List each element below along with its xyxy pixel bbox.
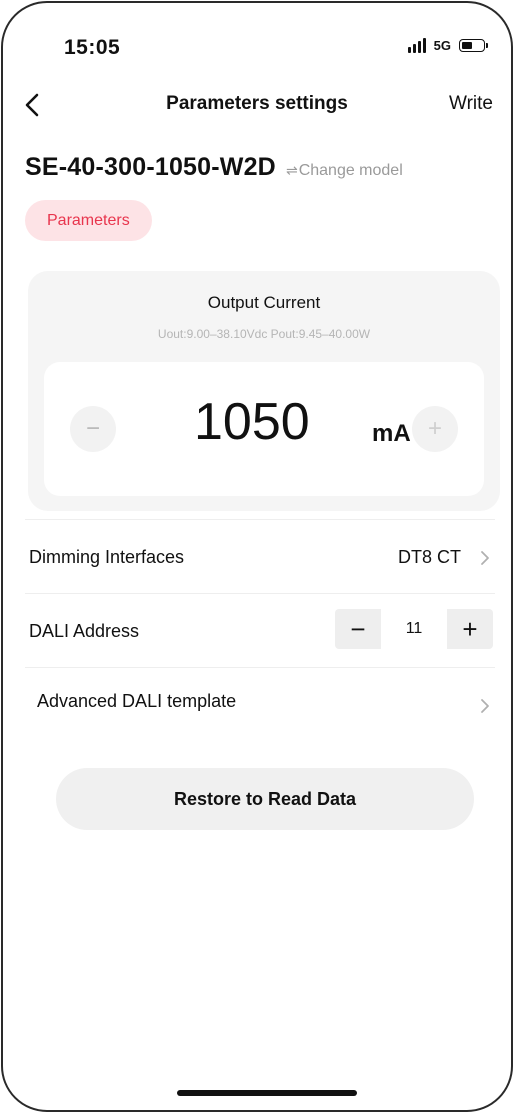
battery-icon [459,38,488,52]
phone-frame: 15:05 5G Parameters settings Write SE-40… [1,1,513,1112]
dali-address-value[interactable]: 11 [381,620,447,638]
dali-address-increase-button[interactable]: + [447,609,493,649]
decrease-current-button[interactable]: − [70,406,116,452]
tab-parameters[interactable]: Parameters [25,200,152,241]
dali-address-stepper: − 11 + [335,609,493,649]
swap-icon: ⇌ [285,162,298,178]
dimming-interfaces-value: DT8 CT [398,547,461,567]
divider [25,593,495,594]
battery-fill [462,41,472,49]
output-current-range: Uout:9.00–38.10Vdc Pout:9.45–40.00W [157,327,371,341]
advanced-dali-template-label: Advanced DALI template [37,691,237,711]
status-bar: 15:05 5G [3,3,511,83]
output-current-unit: mA [372,420,411,447]
dali-address-row: DALI Address − 11 + [3,595,511,667]
home-indicator[interactable] [177,1090,357,1096]
status-indicators: 5G [407,37,488,53]
output-current-title: Output Current [207,293,321,312]
write-button[interactable]: Write [449,93,493,115]
model-name: SE-40-300-1050-W2D [25,153,276,181]
advanced-dali-template-row[interactable]: Advanced DALI template [3,667,511,739]
increase-current-button[interactable]: + [412,406,458,452]
nav-bar: Parameters settings Write [3,81,511,129]
dali-address-decrease-button[interactable]: − [335,609,381,649]
chevron-right-icon [479,697,491,715]
output-current-value[interactable]: 1050 [194,392,310,452]
status-time: 15:05 [64,36,121,59]
page-title: Parameters settings [166,93,348,114]
change-model-label: Change model [298,162,403,179]
output-current-card: Output Current Uout:9.00–38.10Vdc Pout:9… [28,271,500,511]
dimming-interfaces-label: Dimming Interfaces [29,547,185,567]
restore-read-data-button[interactable]: Restore to Read Data [56,768,474,830]
model-header: SE-40-300-1050-W2D ⇌ Change model [25,153,403,182]
output-current-control: − 1050 mA + [44,362,484,496]
chevron-right-icon [479,549,491,567]
signal-icon [407,37,426,53]
change-model-button[interactable]: ⇌ Change model [286,162,403,180]
dimming-interfaces-row[interactable]: Dimming Interfaces DT8 CT [3,521,511,593]
dali-address-label: DALI Address [29,621,140,641]
divider [25,519,495,520]
network-type: 5G [433,37,451,53]
